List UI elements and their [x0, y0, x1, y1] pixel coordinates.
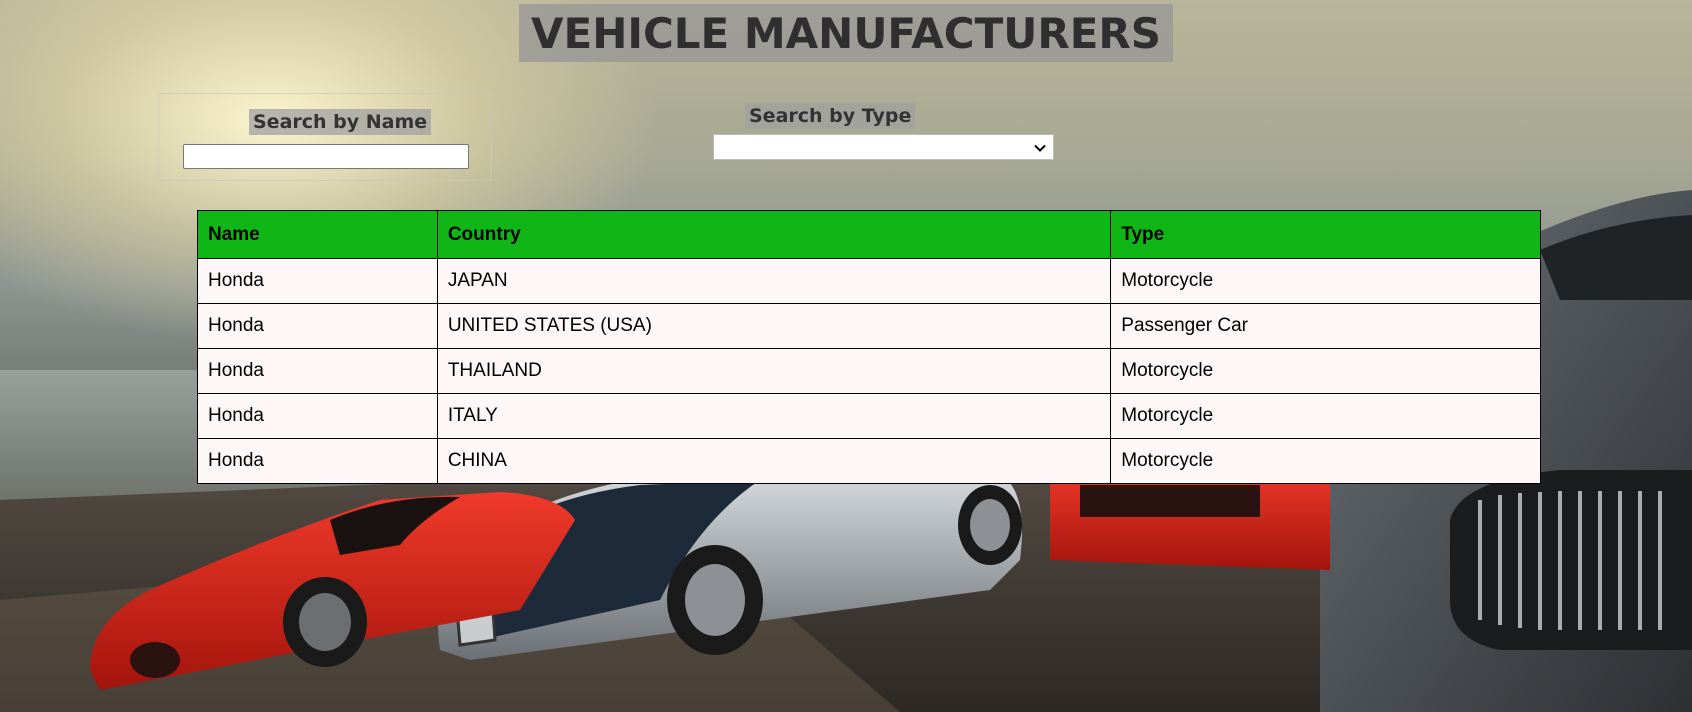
search-by-type-select[interactable]	[713, 134, 1054, 160]
search-by-name-label: Search by Name	[249, 109, 432, 135]
page-header: VEHICLE MANUFACTURERS	[0, 0, 1692, 62]
cell-country: CHINA	[436, 438, 1112, 484]
manufacturers-table: Name Country Type Honda JAPAN Motorcycle…	[197, 210, 1541, 484]
cell-country: THAILAND	[436, 348, 1112, 394]
table-row[interactable]: Honda ITALY Motorcycle	[197, 393, 1541, 439]
cell-type: Motorcycle	[1110, 258, 1541, 304]
page-title: VEHICLE MANUFACTURERS	[519, 4, 1173, 62]
cell-name: Honda	[197, 303, 438, 349]
cell-name: Honda	[197, 438, 438, 484]
table-row[interactable]: Honda THAILAND Motorcycle	[197, 348, 1541, 394]
search-by-type-label: Search by Type	[745, 103, 916, 129]
cell-type: Passenger Car	[1110, 303, 1541, 349]
column-header-country[interactable]: Country	[436, 210, 1112, 259]
chevron-down-icon	[1034, 144, 1046, 152]
column-header-type[interactable]: Type	[1110, 210, 1541, 259]
column-header-name[interactable]: Name	[197, 210, 438, 259]
cell-country: UNITED STATES (USA)	[436, 303, 1112, 349]
cell-name: Honda	[197, 393, 438, 439]
table-row[interactable]: Honda UNITED STATES (USA) Passenger Car	[197, 303, 1541, 349]
cell-type: Motorcycle	[1110, 438, 1541, 484]
table-row[interactable]: Honda JAPAN Motorcycle	[197, 258, 1541, 304]
search-by-name-input[interactable]	[183, 144, 469, 169]
cell-type: Motorcycle	[1110, 348, 1541, 394]
cell-name: Honda	[197, 348, 438, 394]
table-row[interactable]: Honda CHINA Motorcycle	[197, 438, 1541, 484]
cell-country: JAPAN	[436, 258, 1112, 304]
search-by-name-panel: Search by Name	[158, 93, 492, 181]
cell-country: ITALY	[436, 393, 1112, 439]
table-header-row: Name Country Type	[197, 210, 1541, 259]
cell-type: Motorcycle	[1110, 393, 1541, 439]
cell-name: Honda	[197, 258, 438, 304]
